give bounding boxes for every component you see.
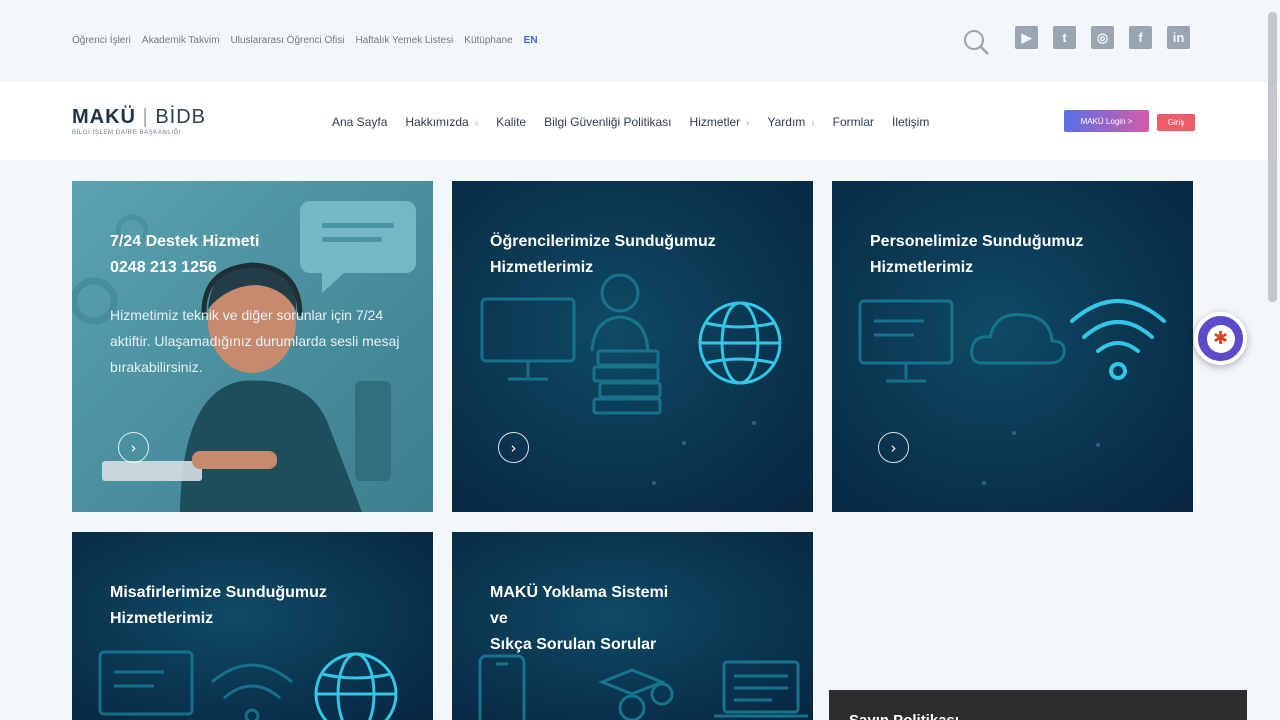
card-title: 7/24 Destek Hizmeti 0248 213 1256 xyxy=(110,233,260,276)
login-badge-button[interactable]: MAKÜ Login > xyxy=(1064,110,1149,132)
toplink-yemek-listesi[interactable]: Haftalık Yemek Listesi xyxy=(355,35,453,46)
arrow-right-icon[interactable]: › xyxy=(498,432,529,463)
social-links: ▶ t ◎ f in xyxy=(1015,26,1190,49)
staff-services-card[interactable]: Personelimize Sunduğumuz Hizmetlerimiz › xyxy=(832,181,1193,512)
giris-button[interactable]: Giriş xyxy=(1157,114,1195,131)
card-title: Personelimize Sunduğumuz Hizmetlerimiz xyxy=(870,233,1084,276)
toplink-kutuphane[interactable]: Kütüphane xyxy=(464,35,512,46)
logo-subtitle: BİLGİ İŞLEM DAİRE BAŞKANLIĞI xyxy=(72,130,182,136)
accessibility-icon: ✱ xyxy=(1206,324,1235,353)
nav-hakkimizda[interactable]: Hakkımızda › xyxy=(405,115,478,129)
card-description: Hizmetimiz teknik ve diğer sorunlar için… xyxy=(110,307,400,375)
attendance-faq-card[interactable]: MAKÜ Yoklama Sistemi ve Sıkça Sorulan So… xyxy=(452,532,813,720)
logo-maku: MAKÜ xyxy=(72,106,136,128)
nav-yardim[interactable]: Yardım › xyxy=(768,115,815,129)
logo-bidb: BİDB xyxy=(155,106,206,128)
accessibility-button[interactable]: ✱ xyxy=(1194,312,1247,365)
students-services-card[interactable]: Öğrencilerimize Sunduğumuz Hizmetlerimiz… xyxy=(452,181,813,512)
support-card[interactable]: 7/24 Destek Hizmeti 0248 213 1256 Hizmet… xyxy=(72,181,433,512)
twitter-icon[interactable]: t xyxy=(1053,26,1076,49)
nav-bilgi-guvenligi[interactable]: Bilgi Güvenliği Politikası xyxy=(544,115,671,129)
chevron-right-icon: › xyxy=(746,118,750,129)
instagram-icon[interactable]: ◎ xyxy=(1091,26,1114,49)
linkedin-icon[interactable]: in xyxy=(1167,26,1190,49)
nav-menu: Ana Sayfa Hakkımızda › Kalite Bilgi Güven… xyxy=(332,115,929,129)
top-links: Öğrenci İşleri Akademik Takvim Uluslarar… xyxy=(72,35,538,46)
policy-panel: Sayın Politikası xyxy=(829,690,1247,720)
top-bar: Öğrenci İşleri Akademik Takvim Uluslarar… xyxy=(0,0,1280,82)
arrow-right-icon[interactable]: › xyxy=(118,432,149,463)
nav-ana-sayfa[interactable]: Ana Sayfa xyxy=(332,115,387,129)
page-scrollbar[interactable] xyxy=(1268,12,1277,302)
card-title: MAKÜ Yoklama Sistemi ve Sıkça Sorulan So… xyxy=(490,584,669,653)
policy-panel-title: Sayın Politikası xyxy=(849,712,959,720)
chevron-right-icon: › xyxy=(474,118,479,129)
nav-formlar[interactable]: Formlar xyxy=(833,115,874,129)
search-icon[interactable] xyxy=(962,28,990,56)
card-title: Misafirlerimize Sunduğumuz Hizmetlerimiz xyxy=(110,584,327,627)
facebook-icon[interactable]: f xyxy=(1129,26,1152,49)
nav-iletisim[interactable]: İletişim xyxy=(892,115,929,129)
card-title: Öğrencilerimize Sunduğumuz Hizmetlerimiz xyxy=(490,233,716,276)
nav-hizmetler[interactable]: Hizmetler › xyxy=(690,115,750,129)
guests-services-card[interactable]: Misafirlerimize Sunduğumuz Hizmetlerimiz xyxy=(72,532,433,720)
youtube-icon[interactable]: ▶ xyxy=(1015,26,1038,49)
chevron-right-icon: › xyxy=(811,118,815,129)
language-switch-en[interactable]: EN xyxy=(524,35,538,46)
site-logo[interactable]: MAKÜ | BİDB BİLGİ İŞLEM DAİRE BAŞKANLIĞI xyxy=(72,106,206,136)
main-navbar: MAKÜ | BİDB BİLGİ İŞLEM DAİRE BAŞKANLIĞI… xyxy=(0,82,1280,160)
nav-kalite[interactable]: Kalite xyxy=(496,115,526,129)
toplink-akademik-takvim[interactable]: Akademik Takvim xyxy=(142,35,220,46)
arrow-right-icon[interactable]: › xyxy=(878,432,909,463)
toplink-uluslararasi-ofis[interactable]: Uluslararası Öğrenci Ofisi xyxy=(231,35,345,46)
toplink-ogrenci-isleri[interactable]: Öğrenci İşleri xyxy=(72,35,131,46)
